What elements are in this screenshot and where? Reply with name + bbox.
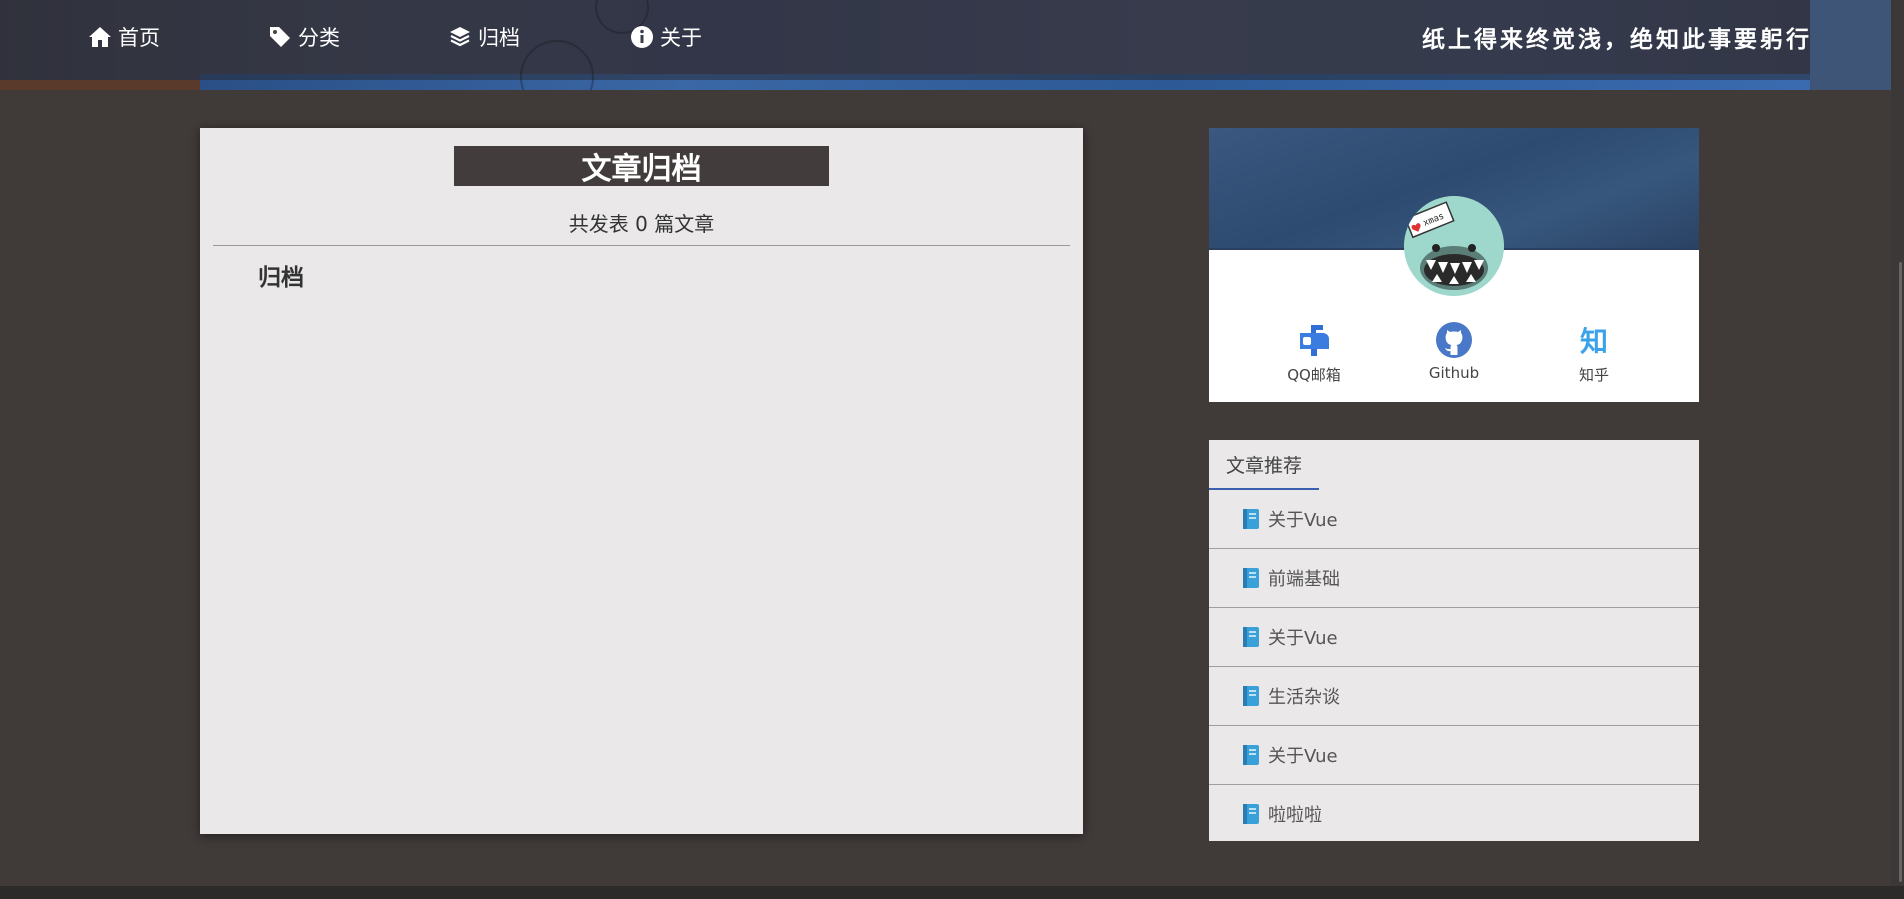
tag-icon	[268, 25, 292, 49]
nav-item-label: 首页	[118, 26, 160, 50]
nav-item-label: 分类	[298, 26, 340, 50]
book-icon	[1241, 567, 1261, 589]
site-header: 首页 分类 归档 关于 纸上得来终觉浅，绝知此事要躬行	[0, 0, 1904, 90]
nav-item-label: 归档	[478, 26, 520, 50]
list-item[interactable]: 啦啦啦	[1209, 785, 1699, 841]
book-icon	[1241, 626, 1261, 648]
recommend-panel: 文章推荐 关于Vue 前端基础 关于Vue 生活杂谈 关于Vue 啦啦啦	[1209, 440, 1699, 841]
page-title: 文章归档	[454, 146, 829, 187]
book-icon	[1241, 508, 1261, 530]
scrollbar-thumb[interactable]	[1899, 262, 1902, 882]
list-item[interactable]: 关于Vue	[1209, 726, 1699, 785]
zhihu-icon: 知	[1579, 325, 1608, 358]
list-item-label: 关于Vue	[1268, 746, 1338, 767]
list-item-label: 生活杂谈	[1268, 687, 1340, 708]
home-icon	[88, 25, 112, 49]
recommend-list: 关于Vue 前端基础 关于Vue 生活杂谈 关于Vue 啦啦啦	[1209, 490, 1699, 841]
profile-card: xmas QQ邮箱 Github 知 知乎	[1209, 128, 1699, 402]
nav-item-category[interactable]: 分类	[268, 20, 340, 54]
list-item-label: 前端基础	[1268, 569, 1340, 590]
header-slogan: 纸上得来终觉浅，绝知此事要躬行	[1422, 26, 1812, 53]
github-icon	[1394, 318, 1514, 362]
social-link-zhihu[interactable]: 知 知乎	[1534, 318, 1654, 385]
list-item-label: 啦啦啦	[1268, 805, 1322, 826]
social-link-label: QQ邮箱	[1287, 366, 1341, 384]
social-link-qq-mail[interactable]: QQ邮箱	[1254, 318, 1374, 385]
book-icon	[1241, 685, 1261, 707]
footer-bar	[0, 886, 1904, 899]
nav-item-archive[interactable]: 归档	[448, 20, 520, 54]
nav-item-label: 关于	[660, 26, 702, 50]
nav-item-about[interactable]: 关于	[630, 20, 702, 54]
info-icon	[630, 25, 654, 49]
divider	[213, 245, 1070, 246]
list-item-label: 关于Vue	[1268, 628, 1338, 649]
list-item-label: 关于Vue	[1268, 510, 1338, 531]
social-link-github[interactable]: Github	[1394, 318, 1514, 382]
list-item[interactable]: 关于Vue	[1209, 490, 1699, 549]
list-item[interactable]: 前端基础	[1209, 549, 1699, 608]
scrollbar-track[interactable]	[1891, 0, 1904, 886]
archive-card: 文章归档 共发表 0 篇文章 归档	[200, 128, 1083, 834]
layers-icon	[448, 25, 472, 49]
header-background-strip	[0, 80, 200, 90]
list-item[interactable]: 关于Vue	[1209, 608, 1699, 667]
social-link-label: 知乎	[1578, 366, 1609, 384]
article-count: 共发表 0 篇文章	[568, 212, 715, 236]
mailbox-icon	[1254, 318, 1374, 362]
book-icon	[1241, 803, 1261, 825]
list-item[interactable]: 生活杂谈	[1209, 667, 1699, 726]
nav-item-home[interactable]: 首页	[88, 20, 160, 54]
avatar[interactable]: xmas	[1404, 196, 1504, 296]
archive-section-heading: 归档	[258, 265, 304, 291]
tab-recommend[interactable]: 文章推荐	[1209, 440, 1319, 490]
social-link-label: Github	[1428, 364, 1480, 382]
book-icon	[1241, 744, 1261, 766]
